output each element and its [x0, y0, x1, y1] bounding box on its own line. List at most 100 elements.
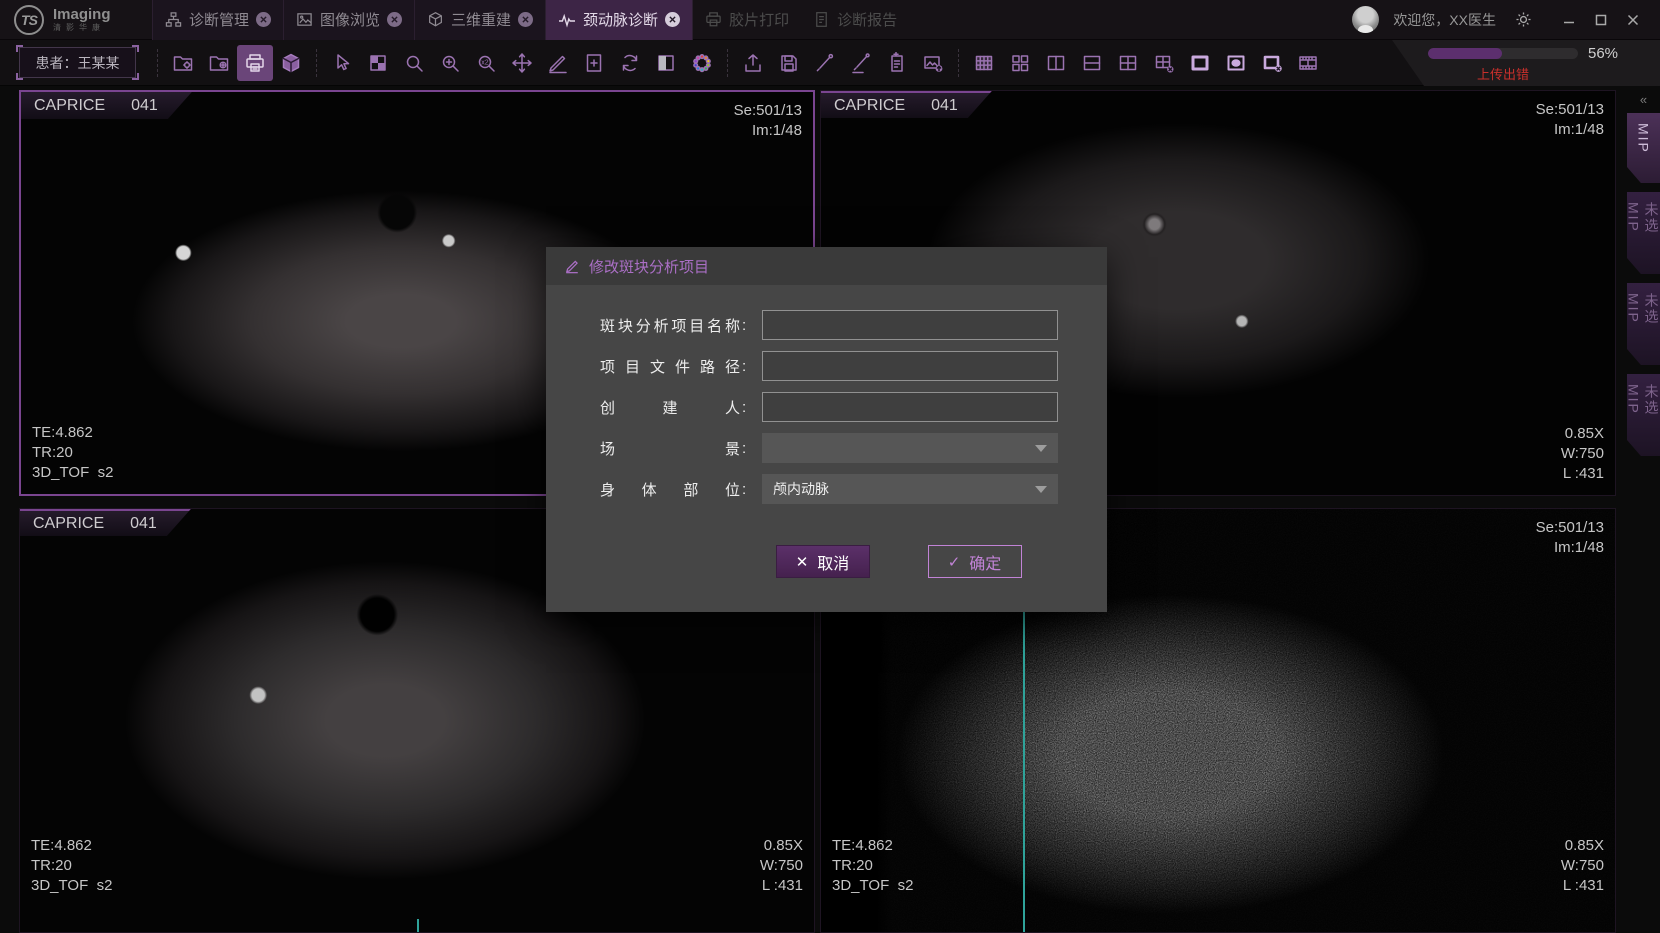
- tab-label: 三维重建: [451, 9, 511, 30]
- series-tab[interactable]: CAPRICE 041: [821, 91, 992, 118]
- body-part-select[interactable]: 颅内动脉: [762, 474, 1058, 504]
- tool-rect-close[interactable]: [1254, 45, 1290, 81]
- tool-invert-tiles[interactable]: [360, 45, 396, 81]
- tool-print[interactable]: [237, 45, 273, 81]
- tool-magnify[interactable]: [396, 45, 432, 81]
- tool-add-frame[interactable]: [576, 45, 612, 81]
- tool-layout-2x2[interactable]: [1110, 45, 1146, 81]
- tool-color-wheel[interactable]: [684, 45, 720, 81]
- tab-3d-reconstruction[interactable]: 三维重建: [414, 0, 545, 40]
- tool-pan[interactable]: [504, 45, 540, 81]
- tool-probe-line[interactable]: [843, 45, 879, 81]
- creator-input[interactable]: [762, 392, 1058, 422]
- edit-plaque-analysis-dialog: 修改斑块分析项目 斑块分析项目名称 : 项目文件路径 : 创建人 : 场景 :: [546, 247, 1107, 612]
- overlay-acquisition-info: TE:4.862 TR:20 3D_TOF s2: [31, 836, 112, 896]
- confirm-button[interactable]: ✓ 确定: [928, 545, 1022, 578]
- overlay-series-info: Se:501/13 Im:1/48: [1536, 100, 1604, 140]
- save-icon: [778, 52, 800, 74]
- project-name-input[interactable]: [762, 310, 1058, 340]
- maximize-icon[interactable]: [1588, 7, 1614, 33]
- app-logo: TS Imaging 清影华康: [0, 5, 152, 35]
- tool-cube-3d[interactable]: [273, 45, 309, 81]
- field-body-part: 身体部位 : 颅内动脉: [600, 473, 1107, 505]
- logo-ts-icon: TS: [14, 5, 44, 35]
- sidebar-tab-unselected-mip-3[interactable]: 未选MIP: [1627, 374, 1660, 456]
- application-window: TS Imaging 清影华康 诊断管理 图像浏览 三维重建: [0, 0, 1660, 933]
- tool-folder-add[interactable]: [201, 45, 237, 81]
- overlay-window-info: 0.85X W:750 L :431: [1561, 424, 1604, 484]
- series-tab[interactable]: CAPRICE 041: [20, 509, 191, 536]
- overlay-window-info: 0.85X W:750 L :431: [1561, 836, 1604, 896]
- sidebar-tab-unselected-mip-1[interactable]: 未选MIP: [1627, 192, 1660, 274]
- toolbar-divider: [157, 49, 158, 77]
- dialog-title: 修改斑块分析项目: [589, 256, 709, 277]
- field-label: 场景: [600, 438, 740, 459]
- reference-line-tick: [417, 919, 419, 932]
- print-icon: [244, 52, 266, 74]
- tool-zoom-2x[interactable]: x2: [468, 45, 504, 81]
- invert-tiles-icon: [367, 52, 389, 74]
- tool-layout-hsplit[interactable]: [1074, 45, 1110, 81]
- tool-folder-settings[interactable]: [165, 45, 201, 81]
- tool-layout-vsplit[interactable]: [1038, 45, 1074, 81]
- rotate-icon: [619, 52, 641, 74]
- folder-add-icon: [208, 52, 230, 74]
- sidebar-tab-unselected-mip-2[interactable]: 未选MIP: [1627, 283, 1660, 365]
- tool-mask-rect[interactable]: [1182, 45, 1218, 81]
- toolbar-divider: [727, 49, 728, 77]
- tool-filmstrip[interactable]: [1290, 45, 1326, 81]
- sidebar-tab-mip[interactable]: MIP: [1627, 113, 1660, 183]
- cancel-button[interactable]: ✕ 取消: [776, 545, 870, 578]
- tab-close-icon[interactable]: [387, 12, 402, 27]
- cube-3d-icon: [280, 52, 302, 74]
- dialog-header: 修改斑块分析项目: [546, 247, 1107, 285]
- upload-progress-fill: [1428, 48, 1502, 59]
- window-level-icon: [655, 52, 677, 74]
- tab-diagnosis-management[interactable]: 诊断管理: [152, 0, 283, 40]
- pencil-icon: [564, 258, 580, 274]
- tool-save[interactable]: [771, 45, 807, 81]
- tool-measure[interactable]: [540, 45, 576, 81]
- tool-report-add[interactable]: [879, 45, 915, 81]
- tab-carotid-diagnosis[interactable]: 颈动脉诊断: [545, 0, 693, 40]
- tool-grid-4x4[interactable]: [966, 45, 1002, 81]
- tab-close-icon[interactable]: [518, 12, 533, 27]
- tab-close-icon[interactable]: [256, 12, 271, 27]
- color-wheel-icon: [691, 52, 713, 74]
- tab-film-print: 胶片打印: [693, 0, 801, 40]
- tool-layout-quad[interactable]: [1002, 45, 1038, 81]
- tool-layout-close[interactable]: [1146, 45, 1182, 81]
- filmstrip-icon: [1297, 52, 1319, 74]
- grid-4x4-icon: [973, 52, 995, 74]
- user-avatar[interactable]: [1352, 6, 1379, 33]
- series-tab[interactable]: CAPRICE 041: [21, 92, 192, 119]
- patient-label[interactable]: 患者：王某某: [19, 47, 136, 78]
- diagnosis-management-icon: [165, 11, 182, 28]
- scene-select[interactable]: [762, 433, 1058, 463]
- tool-image-export[interactable]: [915, 45, 951, 81]
- collapse-chevron-icon[interactable]: «: [1616, 90, 1660, 113]
- add-frame-icon: [583, 52, 605, 74]
- field-project-name: 斑块分析项目名称 :: [600, 309, 1107, 341]
- titlebar-right: 欢迎您，XX医生: [1352, 6, 1660, 33]
- tool-zoom-in[interactable]: [432, 45, 468, 81]
- tool-probe[interactable]: [807, 45, 843, 81]
- file-path-input[interactable]: [762, 351, 1058, 381]
- tool-rotate[interactable]: [612, 45, 648, 81]
- upload-error-text[interactable]: 上传出错: [1428, 64, 1578, 83]
- tab-image-browse[interactable]: 图像浏览: [283, 0, 414, 40]
- layout-close-icon: [1153, 52, 1175, 74]
- tool-cursor[interactable]: [324, 45, 360, 81]
- toolbar-divider: [316, 49, 317, 77]
- tool-window-level[interactable]: [648, 45, 684, 81]
- tool-export-upload[interactable]: [735, 45, 771, 81]
- check-icon: ✓: [948, 553, 961, 571]
- tab-close-icon[interactable]: [665, 12, 680, 27]
- minimize-icon[interactable]: [1556, 7, 1582, 33]
- dialog-body: 斑块分析项目名称 : 项目文件路径 : 创建人 : 场景 :: [546, 285, 1107, 578]
- tool-mask-ellipse[interactable]: [1218, 45, 1254, 81]
- close-icon[interactable]: [1620, 7, 1646, 33]
- settings-gear-icon[interactable]: [1510, 7, 1536, 33]
- overlay-series-info: Se:501/13 Im:1/48: [734, 101, 802, 141]
- chevron-down-icon: [1035, 445, 1047, 452]
